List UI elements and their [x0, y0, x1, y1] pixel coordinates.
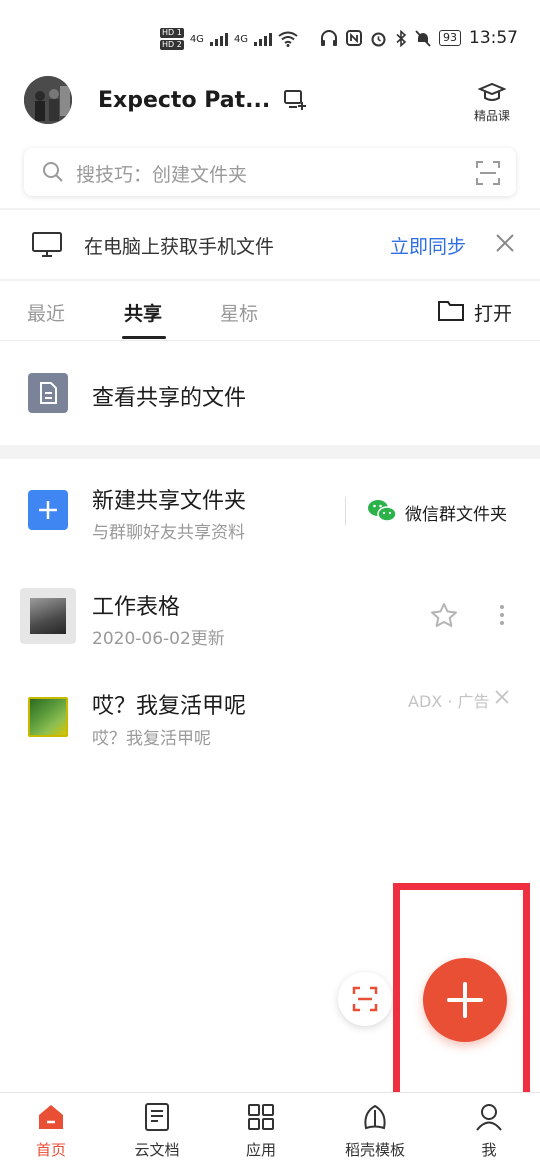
username[interactable]: Expecto Pat...	[98, 88, 270, 113]
course-label: 精品课	[473, 109, 510, 123]
leaf-icon	[364, 1104, 386, 1130]
app-root: HD 1 HD 2 4G 4G 93 13:57 Expecto Pat... …	[0, 0, 540, 1170]
status-right: 93 13:57	[320, 28, 518, 48]
status-bar: HD 1 HD 2 4G 4G 93 13:57	[0, 22, 540, 58]
document-icon	[145, 1103, 169, 1131]
close-icon[interactable]	[494, 232, 516, 254]
tab-recent[interactable]: 最近	[27, 299, 65, 326]
nav-cloud-docs-label: 云文档	[134, 1141, 180, 1159]
hd2-badge: HD 2	[160, 40, 184, 50]
scan-icon[interactable]	[476, 161, 500, 185]
home-icon	[39, 1105, 63, 1129]
signal-area: HD 1 HD 2 4G 4G	[160, 28, 298, 50]
folder-icon[interactable]	[438, 299, 464, 321]
network-type-2: 4G	[233, 33, 249, 45]
nav-home-label: 首页	[35, 1141, 66, 1159]
nav-me[interactable]: 我	[444, 1103, 534, 1160]
hd1-badge: HD 1	[160, 28, 184, 38]
nav-apps[interactable]: 应用	[216, 1103, 306, 1160]
avatar[interactable]	[24, 76, 72, 124]
bluetooth-icon	[396, 29, 407, 47]
file-name[interactable]: 工作表格	[92, 589, 180, 621]
network-type-1: 4G	[189, 33, 204, 45]
battery-indicator: 93	[439, 30, 461, 46]
highlight-box	[393, 883, 530, 1101]
alarm-icon	[371, 32, 386, 46]
sync-now-link[interactable]: 立即同步	[390, 232, 466, 259]
scan-document-button[interactable]	[338, 972, 392, 1026]
vertical-separator	[345, 497, 346, 525]
signal-bars-1-icon	[209, 32, 228, 46]
wifi-icon	[278, 31, 298, 47]
nav-me-label: 我	[481, 1141, 497, 1159]
tab-starred[interactable]: 星标	[220, 299, 258, 326]
nfc-icon	[346, 30, 362, 46]
headphones-icon	[321, 30, 337, 46]
tab-shared[interactable]: 共享	[124, 299, 162, 326]
star-icon[interactable]	[430, 602, 458, 628]
new-shared-folder-subtitle: 与群聊好友共享资料	[92, 523, 245, 543]
view-shared-files[interactable]: 查看共享的文件	[92, 380, 246, 412]
divider	[0, 279, 540, 281]
section-divider	[0, 445, 540, 459]
ad-close-icon[interactable]	[494, 689, 510, 705]
user-icon	[476, 1104, 502, 1131]
search-placeholder: 搜技巧：创建文件夹	[76, 164, 248, 186]
more-options-icon[interactable]	[498, 604, 506, 626]
divider	[0, 208, 540, 210]
screen-cast-add-icon[interactable]	[284, 90, 306, 110]
scan-document-icon	[352, 986, 378, 1012]
grid-icon	[248, 1104, 274, 1130]
shared-doc-icon	[28, 373, 68, 413]
ad-thumbnail	[28, 697, 68, 737]
ad-label: ADX · 广告	[408, 692, 490, 711]
search-icon	[43, 162, 63, 182]
nav-templates[interactable]: 稻壳模板	[330, 1103, 420, 1160]
file-meta: 2020-06-02更新	[92, 629, 225, 649]
avatar-photo	[24, 76, 72, 124]
nav-home[interactable]: 首页	[6, 1103, 96, 1160]
nav-templates-label: 稻壳模板	[344, 1141, 405, 1159]
open-button[interactable]: 打开	[474, 299, 512, 326]
graduation-cap-icon	[477, 82, 507, 101]
course-button[interactable]: 精品课	[470, 82, 514, 124]
search-bar[interactable]: 搜技巧：创建文件夹	[24, 148, 516, 196]
nav-apps-label: 应用	[245, 1141, 276, 1159]
bottom-nav: 首页 云文档 应用 稻壳模板 我	[0, 1092, 540, 1170]
clock: 13:57	[469, 28, 518, 48]
new-shared-folder-title[interactable]: 新建共享文件夹	[92, 483, 246, 515]
wechat-group-folder[interactable]: 微信群文件夹	[405, 500, 507, 525]
add-shared-folder-icon[interactable]	[28, 490, 68, 530]
ad-title[interactable]: 哎？我复活甲呢	[92, 688, 246, 720]
sync-banner-text: 在电脑上获取手机文件	[84, 236, 275, 258]
ad-subtitle: 哎？我复活甲呢	[92, 729, 211, 749]
mute-icon	[415, 29, 431, 47]
nav-cloud-docs[interactable]: 云文档	[112, 1103, 202, 1160]
divider	[0, 340, 540, 341]
signal-bars-2-icon	[254, 32, 273, 46]
wechat-icon[interactable]	[367, 498, 397, 524]
monitor-icon	[32, 232, 62, 257]
active-tab-indicator	[122, 336, 166, 339]
file-thumbnail	[20, 588, 76, 644]
